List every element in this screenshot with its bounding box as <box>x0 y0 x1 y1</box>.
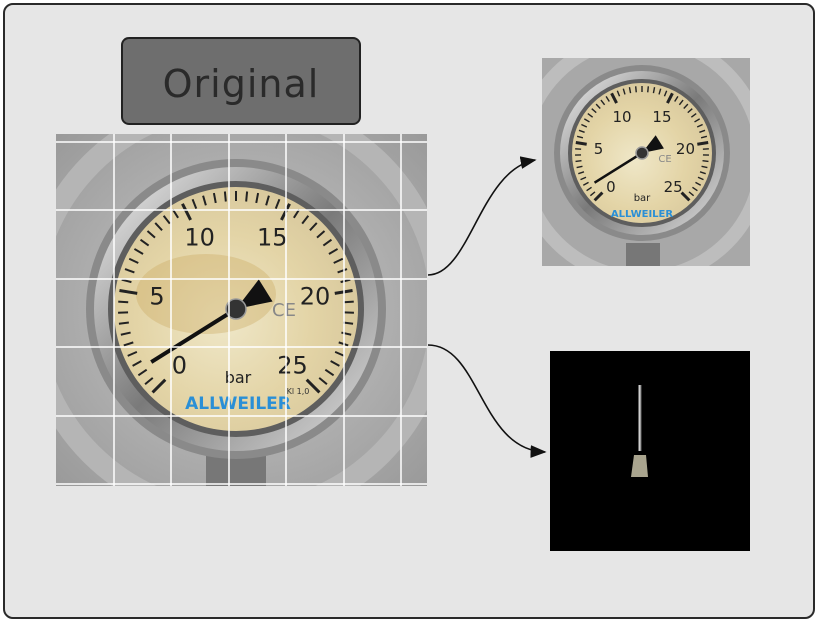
arrows-layer <box>427 156 547 458</box>
arrow-to-mask <box>427 344 547 458</box>
arrow-to-crop <box>427 156 537 276</box>
